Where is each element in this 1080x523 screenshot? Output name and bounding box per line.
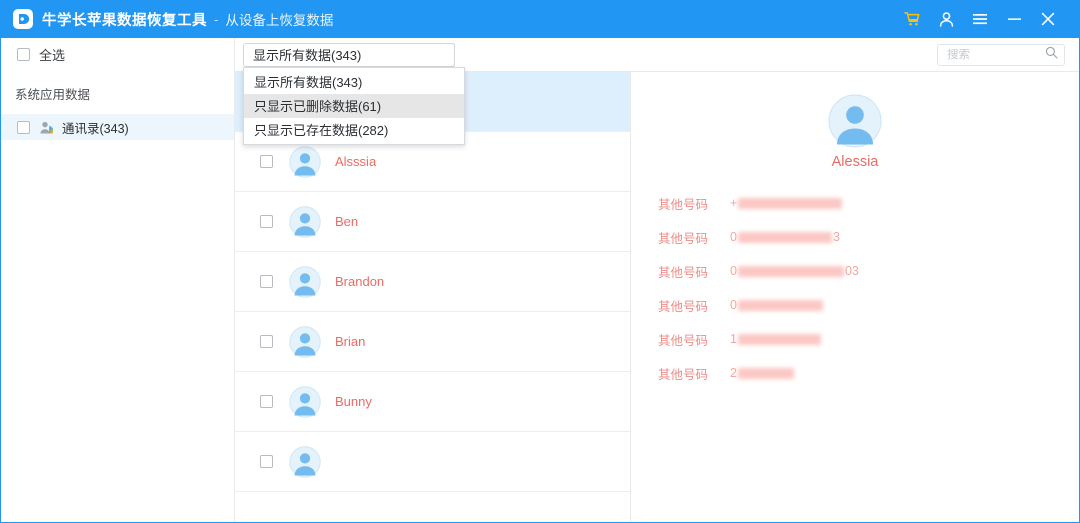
redacted-number bbox=[737, 299, 823, 311]
close-icon[interactable] bbox=[1031, 0, 1065, 38]
detail-field-row: 其他号码 0 bbox=[658, 288, 1079, 322]
redacted-number bbox=[738, 197, 843, 209]
detail-contact-name: Alessia bbox=[831, 154, 879, 170]
main-body: 系统应用数据 通讯录(343) Alsssia Ben Brandon Bria… bbox=[1, 72, 1079, 522]
cart-icon[interactable] bbox=[895, 0, 929, 38]
redacted-number bbox=[737, 265, 844, 277]
field-value: + bbox=[730, 196, 843, 210]
table-row[interactable] bbox=[235, 432, 630, 492]
search-container bbox=[924, 43, 1079, 66]
toolbar: 全选 显示所有数据(343) 显示所有数据(343) 只显示已删除数据(61) … bbox=[1, 37, 1079, 145]
avatar bbox=[289, 145, 321, 178]
row-checkbox[interactable] bbox=[260, 155, 273, 168]
title-separator: - bbox=[214, 11, 219, 27]
row-checkbox[interactable] bbox=[260, 335, 273, 348]
contact-name: Alsssia bbox=[335, 154, 377, 169]
table-row[interactable]: Ben bbox=[235, 192, 630, 252]
avatar bbox=[289, 265, 321, 298]
detail-field-row: 其他号码 2 bbox=[658, 356, 1079, 390]
contact-name: Bunny bbox=[335, 394, 372, 409]
minimize-icon[interactable] bbox=[997, 0, 1031, 38]
detail-field-row: 其他号码 0 03 bbox=[658, 254, 1079, 288]
contact-detail-panel: Alessia 其他号码 + 其他号码 0 3 其他号码 0 03 其他号码 0… bbox=[631, 72, 1079, 522]
redacted-number bbox=[737, 231, 832, 243]
field-value-prefix: + bbox=[730, 196, 738, 210]
data-filter-value[interactable]: 显示所有数据(343) bbox=[243, 42, 455, 67]
redacted-number bbox=[737, 333, 821, 345]
contact-name: Brandon bbox=[335, 274, 385, 289]
app-subtitle: 从设备上恢复数据 bbox=[225, 13, 334, 28]
field-label: 其他号码 bbox=[658, 231, 709, 246]
select-all-checkbox[interactable] bbox=[17, 48, 30, 61]
search-input[interactable] bbox=[947, 48, 1045, 61]
redacted-number bbox=[737, 367, 794, 379]
sidebar-item-label: 通讯录(343) bbox=[62, 121, 129, 136]
field-value: 0 3 bbox=[730, 230, 840, 244]
data-filter-select[interactable]: 显示所有数据(343) 显示所有数据(343) 只显示已删除数据(61) 只显示… bbox=[243, 42, 465, 145]
detail-field-row: 其他号码 + bbox=[658, 186, 1079, 220]
field-label: 其他号码 bbox=[658, 197, 709, 212]
app-title: 牛学长苹果数据恢复工具 bbox=[42, 12, 207, 29]
field-value-suffix: 3 bbox=[832, 230, 840, 244]
field-value-prefix: 0 bbox=[730, 264, 737, 278]
dropdown-option-deleted[interactable]: 只显示已删除数据(61) bbox=[244, 93, 464, 118]
menu-icon[interactable] bbox=[963, 0, 997, 38]
field-value-prefix: 2 bbox=[730, 366, 737, 380]
data-filter-dropdown: 显示所有数据(343) 只显示已删除数据(61) 只显示已存在数据(282) bbox=[243, 66, 465, 145]
field-label: 其他号码 bbox=[658, 265, 709, 280]
sidebar: 系统应用数据 通讯录(343) bbox=[1, 72, 235, 522]
detail-field-row: 其他号码 0 3 bbox=[658, 220, 1079, 254]
search-box[interactable] bbox=[937, 43, 1065, 66]
filter-container: 显示所有数据(343) 显示所有数据(343) 只显示已删除数据(61) 只显示… bbox=[235, 38, 924, 145]
table-row[interactable]: Brandon bbox=[235, 252, 630, 312]
field-value-prefix: 1 bbox=[730, 332, 737, 346]
sidebar-section-title: 系统应用数据 bbox=[15, 88, 91, 102]
app-logo-icon bbox=[13, 9, 33, 29]
contacts-icon bbox=[39, 120, 54, 135]
table-row[interactable]: Brian bbox=[235, 312, 630, 372]
avatar bbox=[289, 445, 321, 478]
field-value-suffix: 03 bbox=[844, 264, 859, 278]
field-label: 其他号码 bbox=[658, 333, 709, 348]
row-checkbox[interactable] bbox=[260, 395, 273, 408]
detail-field-row: 其他号码 1 bbox=[658, 322, 1079, 356]
field-value-prefix: 0 bbox=[730, 230, 737, 244]
field-label: 其他号码 bbox=[658, 367, 709, 382]
row-checkbox[interactable] bbox=[260, 455, 273, 468]
select-all-label: 全选 bbox=[39, 48, 66, 63]
window-controls bbox=[895, 0, 1065, 38]
contact-name: Ben bbox=[335, 214, 359, 229]
title-bar: 牛学长苹果数据恢复工具 - 从设备上恢复数据 bbox=[1, 0, 1079, 38]
field-value: 0 bbox=[730, 298, 824, 312]
dropdown-option-all[interactable]: 显示所有数据(343) bbox=[244, 70, 464, 94]
select-all-container: 全选 bbox=[1, 37, 235, 72]
field-value: 2 bbox=[730, 366, 795, 380]
row-checkbox[interactable] bbox=[260, 215, 273, 228]
sidebar-item-contacts[interactable]: 通讯录(343) bbox=[1, 114, 234, 140]
detail-header: Alessia bbox=[631, 94, 1079, 170]
field-value: 0 03 bbox=[730, 264, 859, 278]
avatar bbox=[289, 325, 321, 358]
field-value-prefix: 0 bbox=[730, 298, 737, 312]
contact-name: Brian bbox=[335, 334, 366, 349]
sidebar-item-checkbox[interactable] bbox=[17, 120, 30, 134]
search-icon[interactable] bbox=[1045, 46, 1058, 64]
row-checkbox[interactable] bbox=[260, 275, 273, 288]
table-row[interactable]: Bunny bbox=[235, 372, 630, 432]
field-label: 其他号码 bbox=[658, 299, 709, 314]
avatar bbox=[289, 205, 321, 238]
app-window: 牛学长苹果数据恢复工具 - 从设备上恢复数据 全选 显示所有数据(343) 显示… bbox=[0, 0, 1080, 523]
person-avatar-icon bbox=[828, 94, 882, 148]
dropdown-option-existing[interactable]: 只显示已存在数据(282) bbox=[244, 118, 464, 142]
field-value: 1 bbox=[730, 332, 822, 346]
account-icon[interactable] bbox=[929, 0, 963, 38]
detail-fields: 其他号码 + 其他号码 0 3 其他号码 0 03 其他号码 0 其他号码 1 … bbox=[631, 186, 1079, 390]
avatar bbox=[289, 385, 321, 418]
